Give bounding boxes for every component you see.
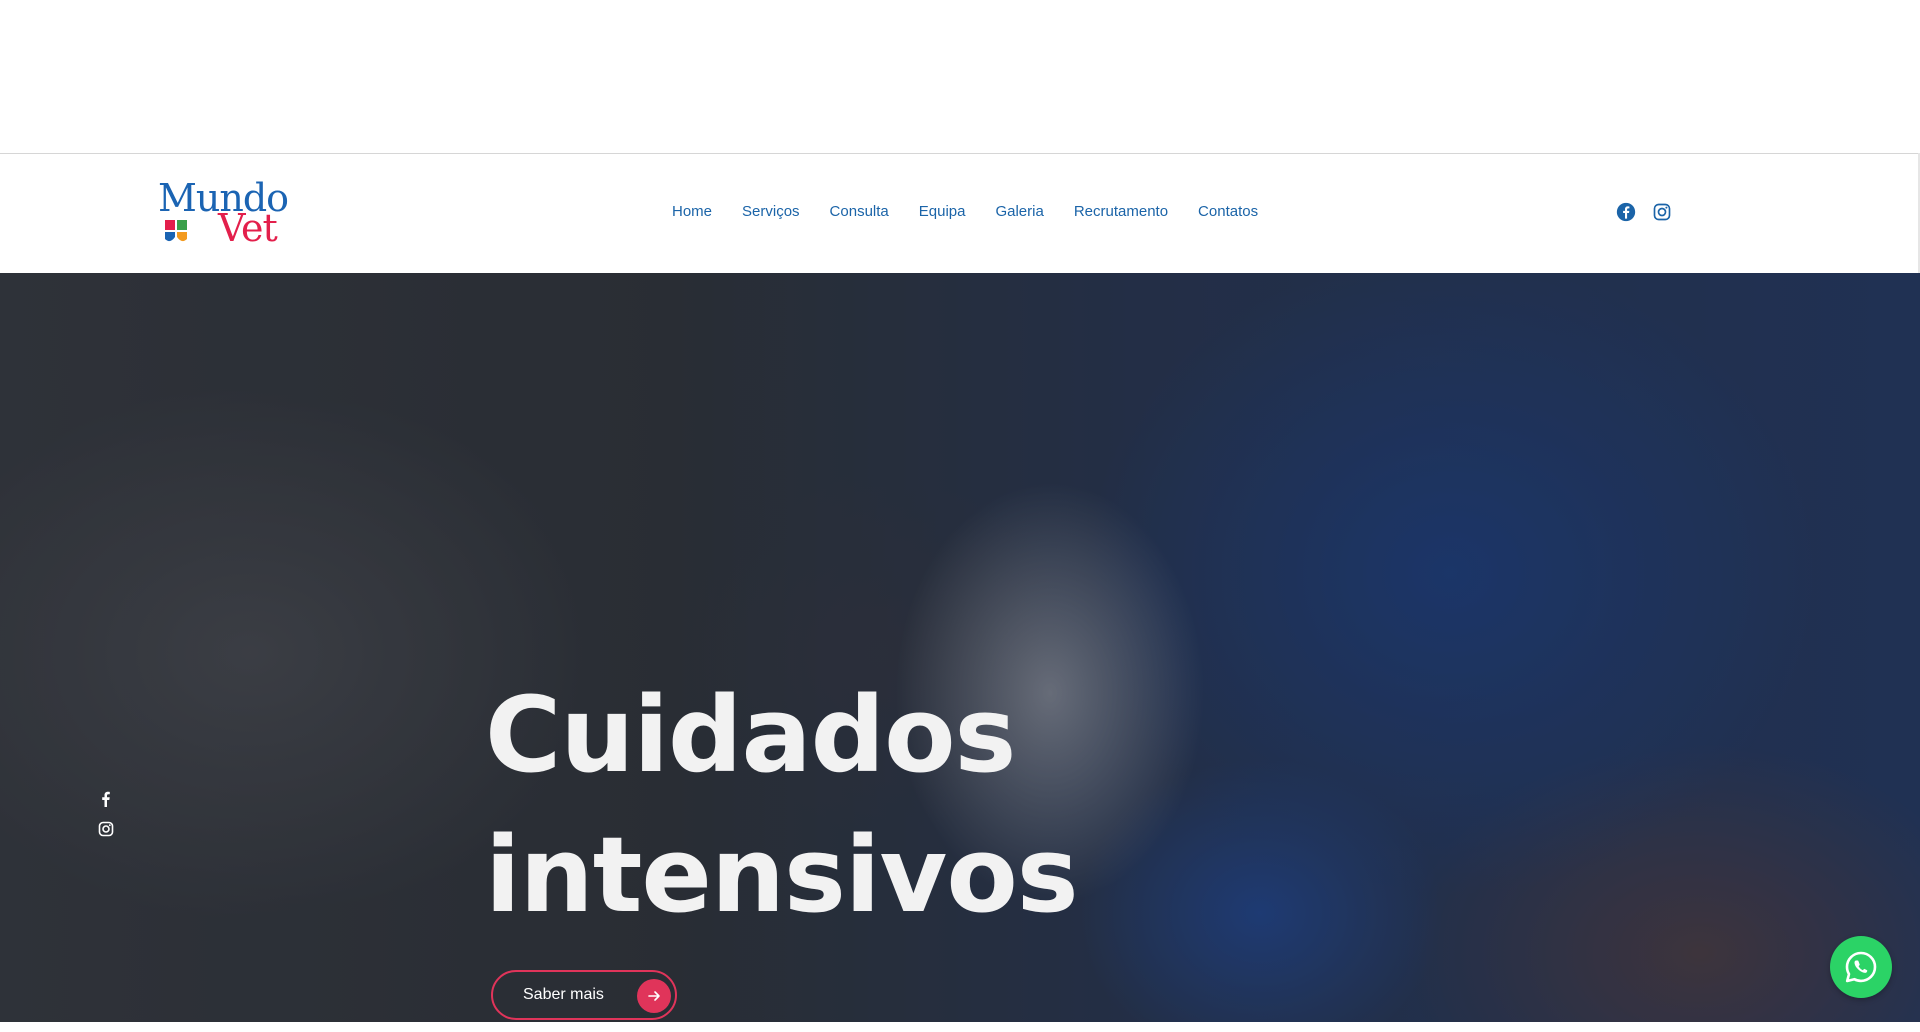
main-nav: Home Serviços Consulta Equipa Galeria Re… (672, 200, 1288, 224)
header-social-links (1616, 202, 1672, 222)
whatsapp-icon (1845, 951, 1877, 983)
hero-title-line-1: Cuidados (485, 674, 1016, 796)
page: Mundo Vet Home Serviços Consulta Equipa … (0, 0, 1920, 1032)
nav-item-recrutamento[interactable]: Recrutamento (1074, 200, 1168, 224)
site-header: Mundo Vet Home Serviços Consulta Equipa … (0, 153, 1920, 273)
instagram-icon[interactable] (98, 821, 114, 837)
nav-item-contatos[interactable]: Contatos (1198, 200, 1258, 224)
instagram-icon[interactable] (1652, 202, 1672, 222)
logo-emblem-icon (165, 220, 187, 242)
facebook-icon[interactable] (98, 791, 114, 807)
whatsapp-chat-button[interactable] (1830, 936, 1892, 998)
nav-item-servicos[interactable]: Serviços (742, 200, 800, 224)
hero-social-links (98, 791, 116, 851)
nav-item-galeria[interactable]: Galeria (995, 200, 1043, 224)
logo-word-vet: Vet (218, 206, 278, 250)
nav-item-equipa[interactable]: Equipa (919, 200, 966, 224)
hero-title: Cuidados intensivos (485, 665, 1079, 945)
saber-mais-label: Saber mais (523, 986, 604, 1003)
top-blank-area (0, 0, 1920, 153)
nav-item-home[interactable]: Home (672, 200, 712, 224)
facebook-icon[interactable] (1616, 202, 1636, 222)
hero-section: Cuidados intensivos Saber mais (0, 273, 1920, 1022)
saber-mais-button[interactable]: Saber mais (491, 970, 677, 1020)
arrow-right-icon (637, 979, 671, 1013)
logo[interactable]: Mundo Vet (158, 179, 289, 250)
hero-title-line-2: intensivos (485, 814, 1079, 936)
nav-item-consulta[interactable]: Consulta (830, 200, 889, 224)
